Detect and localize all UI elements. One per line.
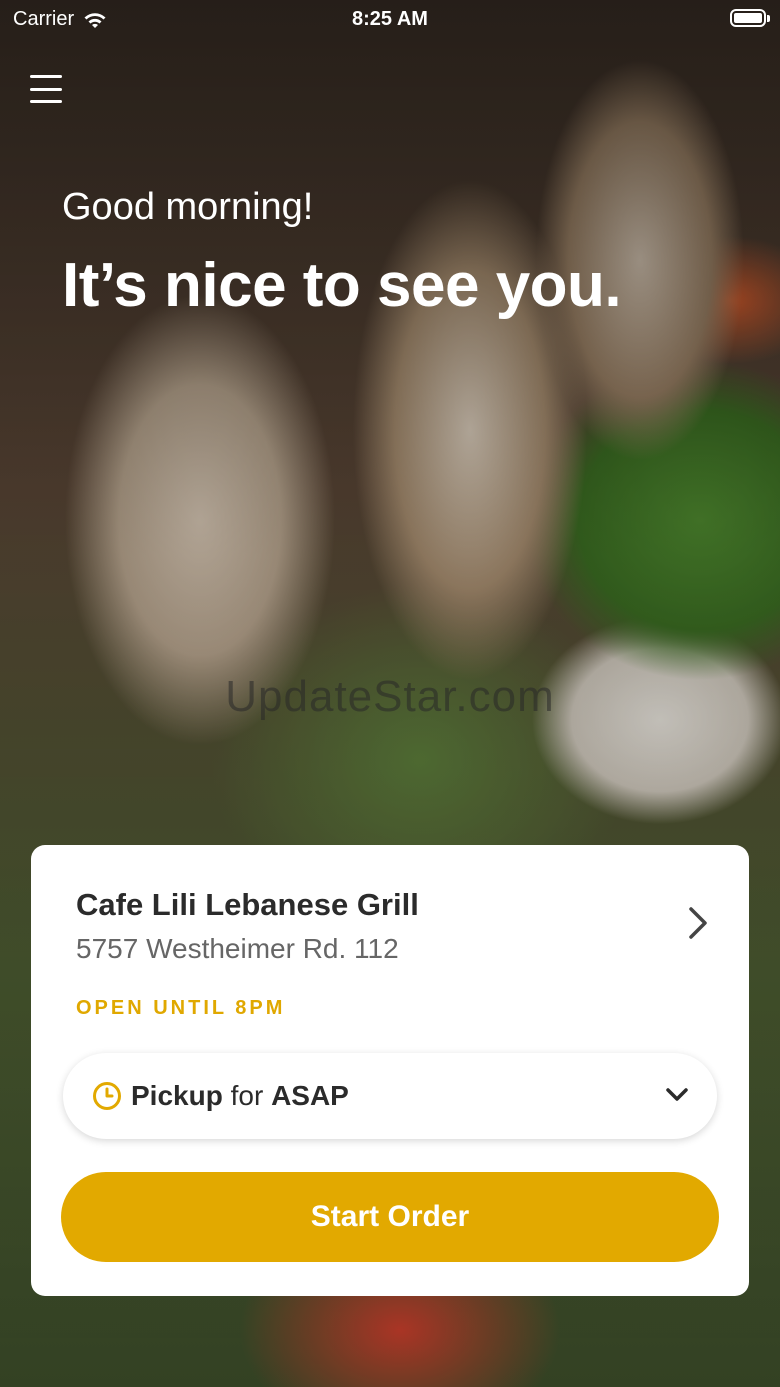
chevron-right-icon[interactable] bbox=[683, 903, 713, 943]
headline-text: It’s nice to see you. bbox=[62, 251, 622, 320]
menu-icon[interactable] bbox=[30, 75, 62, 103]
status-bar: Carrier 8:25 AM bbox=[0, 0, 780, 40]
order-time: ASAP bbox=[271, 1080, 349, 1111]
order-connector: for bbox=[230, 1080, 264, 1111]
order-mode: Pickup bbox=[131, 1080, 223, 1111]
store-name[interactable]: Cafe Lili Lebanese Grill bbox=[76, 887, 419, 923]
watermark: UpdateStar.com bbox=[225, 672, 555, 721]
store-address[interactable]: 5757 Westheimer Rd. 112 bbox=[76, 933, 399, 965]
battery-tip bbox=[767, 15, 770, 22]
chevron-down-icon bbox=[666, 1088, 688, 1101]
greeting-text: Good morning! bbox=[62, 186, 314, 228]
store-card: Cafe Lili Lebanese Grill 5757 Westheimer… bbox=[31, 845, 749, 1296]
status-time: 8:25 AM bbox=[352, 8, 428, 30]
clock-icon bbox=[93, 1082, 121, 1110]
battery-icon bbox=[730, 9, 766, 27]
pickup-time-select[interactable]: Pickup for ASAP bbox=[63, 1053, 717, 1139]
pickup-label: Pickup for ASAP bbox=[131, 1080, 349, 1112]
store-hours: OPEN UNTIL 8PM bbox=[76, 997, 286, 1019]
start-order-button[interactable]: Start Order bbox=[61, 1172, 719, 1262]
